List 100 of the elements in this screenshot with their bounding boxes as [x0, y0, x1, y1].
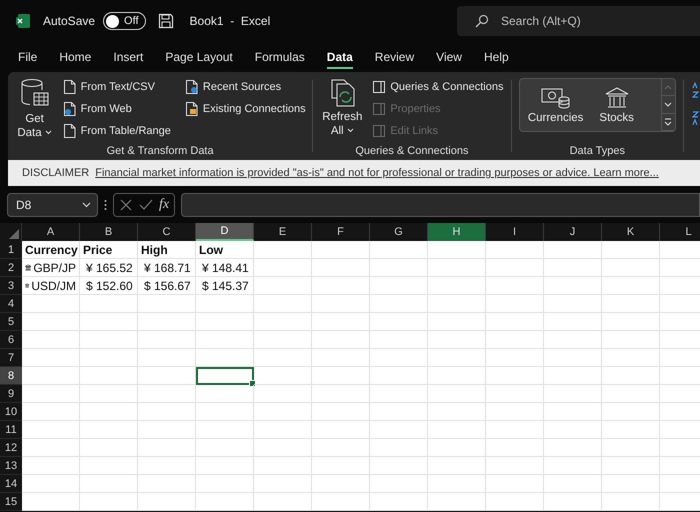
grid-cell	[602, 493, 660, 511]
row-header[interactable]: 10	[0, 403, 22, 421]
excel-logo-icon[interactable]	[15, 13, 31, 29]
column-header[interactable]: J	[544, 223, 602, 241]
grid-cell	[602, 295, 660, 313]
document-title: Book1 - Excel	[190, 14, 270, 28]
column-header[interactable]: K	[602, 223, 660, 241]
row-header[interactable]: 15	[0, 493, 22, 511]
autosave-toggle[interactable]: Off	[103, 12, 146, 30]
row-header[interactable]: 5	[0, 313, 22, 331]
ribbon-tab[interactable]: File	[8, 46, 48, 68]
sort-icon[interactable]	[692, 82, 700, 126]
ribbon-command[interactable]: Existing Connections	[180, 98, 310, 119]
grid-cell	[138, 385, 196, 403]
column-header[interactable]: D	[196, 223, 254, 241]
ribbon-tab[interactable]: Insert	[103, 46, 154, 68]
row-header[interactable]: 6	[0, 331, 22, 349]
column-header[interactable]: F	[312, 223, 370, 241]
data-type-button[interactable]: Currencies	[520, 86, 592, 124]
grid-cell	[428, 457, 486, 475]
grid-cell	[22, 385, 80, 403]
grid-cell	[80, 403, 138, 421]
column-header[interactable]: I	[486, 223, 544, 241]
ribbon-tab[interactable]: Data	[316, 46, 363, 68]
row-header[interactable]: 7	[0, 349, 22, 367]
column-header[interactable]: L	[660, 223, 700, 241]
document-icon	[184, 78, 199, 94]
grid-cell	[428, 421, 486, 439]
grid-cell	[544, 475, 602, 493]
grid-cell	[196, 331, 254, 349]
grid-cell: Price	[80, 241, 138, 259]
get-data-button[interactable]: Get Data	[10, 76, 59, 142]
row-header[interactable]: 9	[0, 385, 22, 403]
grid-cell	[602, 385, 660, 403]
grid-cell	[312, 277, 370, 295]
row-header[interactable]: 8	[0, 367, 22, 385]
row-header[interactable]: 1	[0, 241, 22, 259]
grid-cell	[22, 313, 80, 331]
grid-cell	[602, 457, 660, 475]
row-header[interactable]: 2	[0, 259, 22, 277]
ribbon-command[interactable]: From Table/Range	[58, 120, 175, 141]
row-header[interactable]: 3	[0, 277, 22, 295]
grid-cell	[544, 421, 602, 439]
column-header[interactable]: B	[80, 223, 138, 241]
grid-cell	[196, 349, 254, 367]
ribbon-tab[interactable]: Home	[49, 46, 102, 68]
ribbon-tab[interactable]: Help	[474, 46, 519, 68]
ribbon-tab[interactable]: Page Layout	[155, 46, 243, 68]
formula-input[interactable]	[181, 193, 700, 217]
row-header[interactable]: 14	[0, 475, 22, 493]
more-dots-icon[interactable]	[104, 199, 107, 211]
check-icon[interactable]	[139, 198, 153, 212]
grid-cell	[138, 475, 196, 493]
group-label: Data Types	[570, 144, 626, 159]
grid-cell	[254, 295, 312, 313]
insert-function-button[interactable]: fx	[159, 197, 170, 213]
refresh-all-button[interactable]: Refresh All	[316, 76, 368, 140]
column-header[interactable]: A	[22, 223, 80, 241]
grid-cell	[254, 277, 312, 295]
row-header[interactable]: 12	[0, 439, 22, 457]
column-header[interactable]: E	[254, 223, 312, 241]
fill-handle[interactable]	[249, 380, 256, 387]
row-header[interactable]: 4	[0, 295, 22, 313]
save-icon[interactable]	[158, 13, 174, 29]
panel-icon	[372, 78, 386, 94]
ribbon-tab[interactable]: View	[426, 46, 472, 68]
grid-cell	[138, 403, 196, 421]
ribbon-command[interactable]: From Web	[58, 98, 175, 119]
ribbon-command[interactable]: From Text/CSV	[58, 76, 175, 97]
row-header[interactable]: 13	[0, 457, 22, 475]
ribbon-command[interactable]: Queries & Connections	[368, 76, 508, 97]
grid-cell	[196, 385, 254, 403]
grid-cell	[602, 367, 660, 385]
disclaimer-link[interactable]: Financial market information is provided "as-is" and not for professional or trading purposes or advice. Learn more...	[95, 167, 659, 179]
column-header[interactable]: C	[138, 223, 196, 241]
data-type-button[interactable]: Stocks	[591, 86, 642, 124]
grid-cell	[544, 331, 602, 349]
grid-cell	[22, 439, 80, 457]
grid-cell	[428, 331, 486, 349]
select-all-icon[interactable]	[9, 229, 19, 239]
bank-icon	[25, 262, 32, 273]
grid-cell	[602, 277, 660, 295]
ribbon-tab[interactable]: Formulas	[244, 46, 315, 68]
grid-cell	[312, 349, 370, 367]
grid-cell	[486, 277, 544, 295]
column-header[interactable]: G	[370, 223, 428, 241]
grid-cell	[22, 475, 80, 493]
ribbon-tab[interactable]: Review	[364, 46, 424, 68]
column-header[interactable]: H	[428, 223, 486, 241]
grid-cell	[370, 259, 428, 277]
search-field[interactable]: Search (Alt+Q)	[457, 6, 700, 36]
grid-cell	[80, 331, 138, 349]
cancel-icon[interactable]	[119, 198, 133, 212]
grid-cell	[428, 313, 486, 331]
row-header[interactable]: 11	[0, 421, 22, 439]
document-icon	[184, 100, 199, 116]
name-box[interactable]: D8	[7, 193, 98, 217]
grid-cell	[544, 241, 602, 259]
ribbon-command[interactable]: Recent Sources	[180, 76, 310, 97]
grid-cell	[602, 313, 660, 331]
